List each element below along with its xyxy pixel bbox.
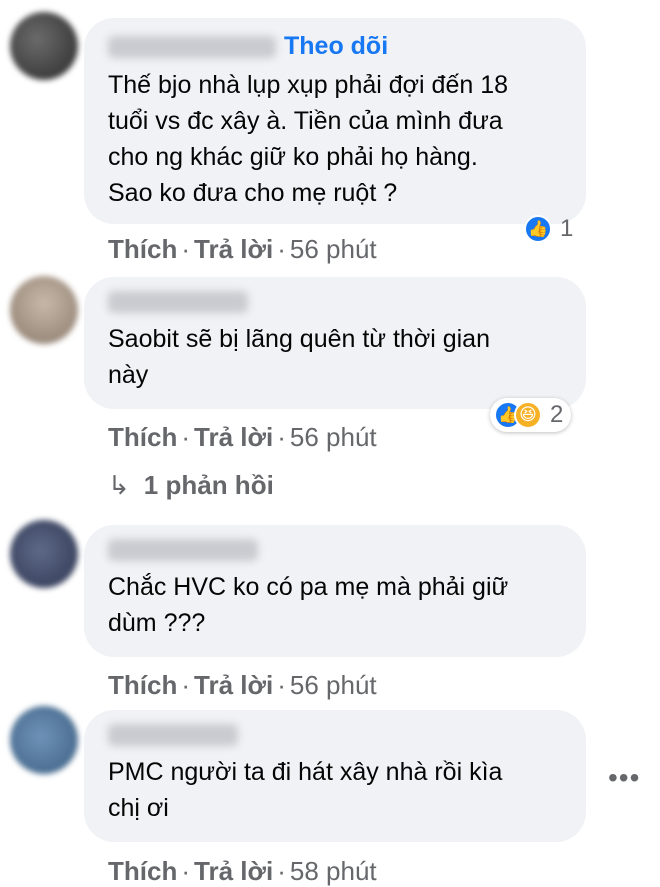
comment-text: Saobit sẽ bị lãng quên từ thời gian này: [108, 321, 562, 393]
like-button[interactable]: Thích: [108, 422, 177, 452]
comment-text-line: Sao ko đưa cho mẹ ruột ?: [108, 179, 398, 207]
author-name-blurred[interactable]: [108, 539, 258, 561]
reply-button[interactable]: Trả lời: [194, 422, 273, 452]
reaction-count: 2: [550, 401, 564, 428]
view-replies-label: 1 phản hồi: [143, 470, 274, 500]
comment-actions: Thích · Trả lời · 56 phút: [108, 234, 377, 265]
comment-text-line: Thế bjo nhà lụp xụp phải đợi đến 18: [108, 71, 509, 99]
comment-text-line: cho ng khác giữ ko phải họ hàng.: [108, 143, 478, 171]
separator-dot: ·: [277, 670, 286, 700]
comment-text: Thế bjo nhà lụp xụp phải đợi đến 18 tuổi…: [108, 67, 562, 211]
separator-dot: ·: [277, 234, 286, 264]
more-options-icon[interactable]: •••: [608, 762, 640, 794]
comment-text: PMC người ta đi hát xây nhà rồi kìa chị …: [108, 754, 562, 826]
comment-bubble: PMC người ta đi hát xây nhà rồi kìa chị …: [84, 710, 586, 842]
separator-dot: ·: [277, 422, 286, 452]
reaction-summary[interactable]: 👍 1: [520, 212, 581, 246]
comment-text: Chắc HVC ko có pa mẹ mà phải giữ dùm ???: [108, 569, 562, 641]
separator-dot: ·: [181, 234, 191, 264]
separator-dot: ·: [181, 422, 191, 452]
comment-actions: Thích · Trả lời · 56 phút: [108, 670, 377, 701]
timestamp[interactable]: 56 phút: [290, 670, 377, 700]
avatar[interactable]: [10, 706, 78, 774]
author-name-blurred[interactable]: [108, 35, 276, 58]
like-button[interactable]: Thích: [108, 856, 177, 886]
like-button[interactable]: Thích: [108, 234, 177, 264]
avatar[interactable]: [10, 276, 78, 344]
comment-actions: Thích · Trả lời · 56 phút: [108, 422, 377, 453]
reaction-summary[interactable]: 👍 😆 2: [490, 398, 572, 432]
comment-text-line: này: [108, 361, 149, 389]
view-replies-link[interactable]: ↳ 1 phản hồi: [108, 470, 274, 501]
separator-dot: ·: [277, 856, 286, 886]
separator-dot: ·: [181, 856, 191, 886]
thumbs-up-icon: 👍: [524, 215, 552, 243]
reply-button[interactable]: Trả lời: [194, 234, 273, 264]
reaction-count: 1: [560, 215, 574, 242]
separator-dot: ·: [181, 670, 191, 700]
reply-button[interactable]: Trả lời: [194, 670, 273, 700]
comment-text-line: tuổi vs đc xây à. Tiền của mình đưa: [108, 107, 503, 135]
follow-button[interactable]: Theo dõi: [284, 32, 388, 60]
like-button[interactable]: Thích: [108, 670, 177, 700]
avatar[interactable]: [10, 12, 78, 80]
avatar[interactable]: [10, 520, 78, 588]
reply-button[interactable]: Trả lời: [194, 856, 273, 886]
timestamp[interactable]: 56 phút: [290, 422, 377, 452]
comment-text-line: dùm ???: [108, 609, 206, 637]
laugh-icon: 😆: [514, 401, 542, 429]
comment-text-line: PMC người ta đi hát xây nhà rồi kìa: [108, 758, 503, 786]
author-name-blurred[interactable]: [108, 291, 248, 313]
comment-bubble: Theo dõi Thế bjo nhà lụp xụp phải đợi đế…: [84, 18, 586, 224]
comment-bubble: Chắc HVC ko có pa mẹ mà phải giữ dùm ???: [84, 525, 586, 657]
reply-arrow-icon: ↳: [108, 470, 130, 500]
comment-bubble: Saobit sẽ bị lãng quên từ thời gian này: [84, 277, 586, 409]
comment-text-line: Chắc HVC ko có pa mẹ mà phải giữ: [108, 573, 509, 601]
comment-text-line: chị ơi: [108, 794, 169, 822]
author-name-blurred[interactable]: [108, 724, 238, 746]
timestamp[interactable]: 56 phút: [290, 234, 377, 264]
timestamp[interactable]: 58 phút: [290, 856, 377, 886]
comment-text-line: Saobit sẽ bị lãng quên từ thời gian: [108, 325, 490, 353]
comment-actions: Thích · Trả lời · 58 phút: [108, 856, 377, 887]
